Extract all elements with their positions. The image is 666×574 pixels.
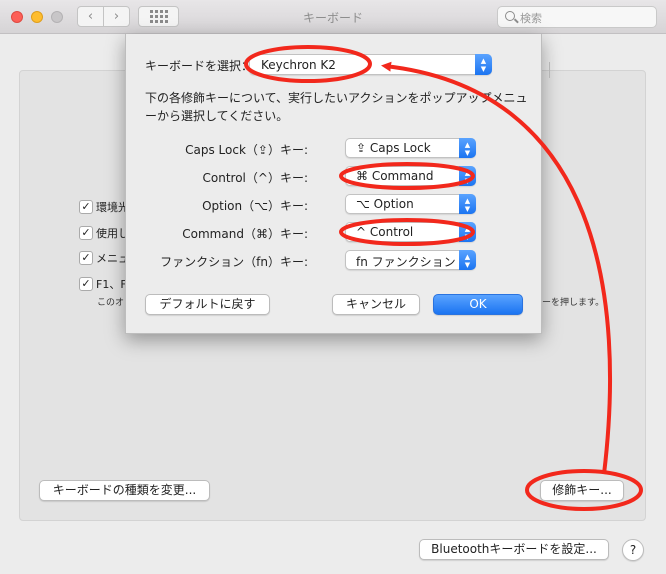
search-field[interactable]: 検索	[497, 6, 657, 28]
caps-lock-key-label: Caps Lock（⇪）キー:	[185, 143, 308, 157]
restore-defaults-button[interactable]: デフォルトに戻す	[145, 294, 270, 315]
checkbox[interactable]: ✓	[79, 226, 93, 240]
popup-value: ⇪ Caps Lock	[356, 141, 431, 155]
keyboard-select-popup[interactable]: Keychron K2 ▲ ▼	[249, 54, 492, 75]
updown-chevron-icon: ▲ ▼	[459, 194, 476, 214]
modifier-keys-sheet: キーボードを選択： Keychron K2 ▲ ▼ 下の各修飾キーについて、実行し…	[125, 34, 542, 334]
option-key-label: Option（⌥）キー:	[202, 199, 308, 213]
title-bar: ‹ › キーボード 検索	[0, 0, 666, 34]
updown-chevron-icon: ▲ ▼	[459, 138, 476, 158]
updown-chevron-icon: ▲ ▼	[475, 54, 492, 75]
checkbox[interactable]: ✓	[79, 251, 93, 265]
ok-button[interactable]: OK	[433, 294, 523, 315]
popup-value: ^ Control	[356, 225, 414, 239]
function-key-label: ファンクション（fn）キー:	[160, 255, 308, 269]
keyboard-select-value: Keychron K2	[261, 58, 336, 72]
command-action-popup[interactable]: ^ Control ▲ ▼	[345, 222, 476, 242]
function-action-popup[interactable]: fn ファンクション ▲ ▼	[345, 250, 476, 270]
cancel-button[interactable]: キャンセル	[332, 294, 420, 315]
checkbox[interactable]: ✓	[79, 200, 93, 214]
popup-value: ⌥ Option	[356, 197, 414, 211]
command-key-label: Command（⌘）キー:	[182, 227, 308, 241]
updown-chevron-icon: ▲ ▼	[459, 222, 476, 242]
function-keys-description-tail: ーを押します。	[542, 298, 605, 308]
popup-value: fn ファンクション	[356, 255, 456, 269]
modifier-keys-button[interactable]: 修飾キー...	[540, 480, 624, 501]
change-keyboard-type-button[interactable]: キーボードの種類を変更...	[39, 480, 210, 501]
option-action-popup[interactable]: ⌥ Option ▲ ▼	[345, 194, 476, 214]
function-keys-description: このオ	[97, 298, 125, 308]
instructions-text: 下の各修飾キーについて、実行したいアクションをポップアップメニューから選択してく…	[145, 91, 528, 123]
checkbox[interactable]: ✓	[79, 277, 93, 291]
control-key-label: Control（^）キー:	[202, 171, 308, 185]
caps-lock-action-popup[interactable]: ⇪ Caps Lock ▲ ▼	[345, 138, 476, 158]
control-action-popup[interactable]: ⌘ Command ▲ ▼	[345, 166, 476, 186]
select-keyboard-label: キーボードを選択：	[145, 59, 254, 73]
setup-bluetooth-keyboard-button[interactable]: Bluetoothキーボードを設定...	[419, 539, 609, 560]
search-placeholder: 検索	[520, 12, 542, 25]
search-icon	[505, 11, 515, 21]
updown-chevron-icon: ▲ ▼	[459, 250, 476, 270]
help-button[interactable]: ?	[622, 539, 644, 561]
popup-value: ⌘ Command	[356, 169, 434, 183]
updown-chevron-icon: ▲ ▼	[459, 166, 476, 186]
